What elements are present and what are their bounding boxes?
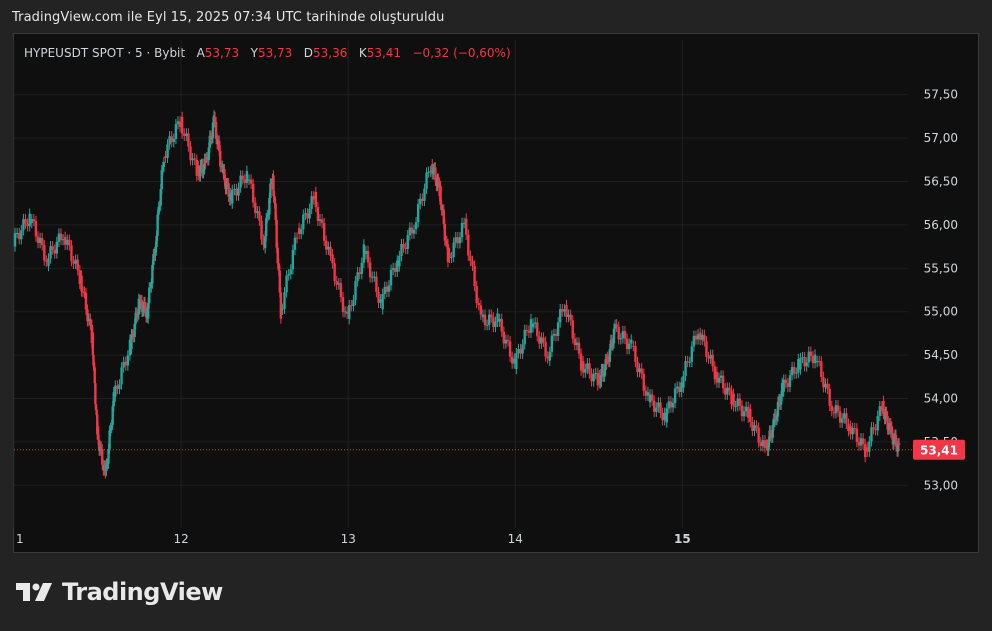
logo-wordmark: TradingView [62, 578, 223, 606]
open-value: 53,73 [204, 46, 240, 60]
open-label: A [196, 46, 205, 60]
symbol-header: HYPEUSDT SPOT · 5 · Bybit A53,73 Y53,73 … [24, 46, 511, 60]
low-label: D [303, 46, 313, 60]
low-value: 53,36 [313, 46, 348, 60]
high-label: Y [250, 46, 258, 60]
tradingview-logo: TradingView [16, 578, 223, 606]
change-value: −0,32 (−0,60%) [412, 46, 511, 60]
export-caption: TradingView.com ile Eyl 15, 2025 07:34 U… [12, 10, 445, 25]
tradingview-logo-icon [16, 583, 52, 601]
high-value: 53,73 [257, 46, 293, 60]
close-label: K [358, 46, 367, 60]
symbol-label: HYPEUSDT SPOT · 5 · Bybit [24, 46, 186, 60]
close-value: 53,41 [366, 46, 402, 60]
chart-frame[interactable] [13, 33, 979, 553]
